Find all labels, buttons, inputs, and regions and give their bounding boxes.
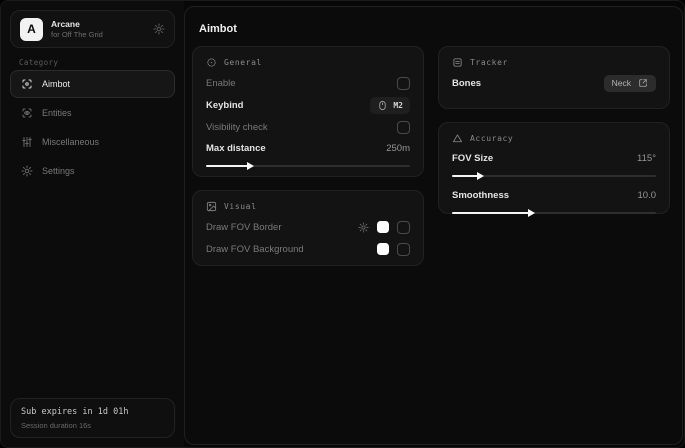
brand-card: A Arcane for Off The Grid bbox=[10, 10, 175, 48]
section-title: Accuracy bbox=[470, 134, 513, 143]
main-panel: Aimbot General bbox=[184, 6, 683, 445]
keybind-value: M2 bbox=[393, 101, 403, 110]
expand-icon bbox=[638, 78, 648, 88]
visual-card: Visual Draw FOV Border bbox=[192, 190, 424, 266]
fov-size-value: 115° bbox=[637, 153, 656, 164]
fov-border-row: Draw FOV Border bbox=[206, 216, 410, 238]
app-window: A Arcane for Off The Grid Category bbox=[0, 0, 685, 448]
image-icon bbox=[206, 201, 217, 212]
enable-label: Enable bbox=[206, 78, 236, 89]
slider-thumb[interactable] bbox=[528, 209, 535, 217]
fov-border-color-swatch[interactable] bbox=[377, 221, 389, 233]
visibility-check-label: Visibility check bbox=[206, 122, 268, 133]
general-card: General Enable Keybind bbox=[192, 46, 424, 177]
session-duration-text: Session duration 16s bbox=[21, 421, 164, 430]
max-distance-row: Max distance 250m bbox=[206, 138, 410, 158]
app-name: Arcane bbox=[51, 19, 145, 30]
crosshair-icon bbox=[21, 78, 33, 90]
visibility-check-row: Visibility check bbox=[206, 116, 410, 138]
smoothness-slider[interactable] bbox=[452, 208, 656, 217]
gear-icon[interactable] bbox=[153, 23, 165, 35]
smoothness-value: 10.0 bbox=[638, 190, 657, 201]
triangle-icon bbox=[452, 133, 463, 144]
crosshair-icon bbox=[206, 57, 217, 68]
sliders-icon bbox=[21, 136, 33, 148]
smoothness-label: Smoothness bbox=[452, 190, 509, 201]
fov-border-label: Draw FOV Border bbox=[206, 222, 282, 233]
tracker-icon bbox=[452, 57, 463, 68]
gear-icon[interactable] bbox=[358, 222, 369, 233]
enable-checkbox[interactable] bbox=[397, 77, 410, 90]
app-subtitle: for Off The Grid bbox=[51, 30, 145, 39]
sidebar-item-label: Settings bbox=[42, 166, 75, 176]
section-title: Visual bbox=[224, 202, 257, 211]
sidebar: A Arcane for Off The Grid Category bbox=[1, 1, 184, 447]
mouse-icon bbox=[377, 100, 388, 111]
section-title: General bbox=[224, 58, 262, 67]
sidebar-item-settings[interactable]: Settings bbox=[10, 157, 175, 185]
tracker-card: Tracker Bones Neck bbox=[438, 46, 670, 109]
keybind-button[interactable]: M2 bbox=[370, 97, 410, 114]
bones-row: Bones Neck bbox=[452, 72, 656, 94]
fov-background-color-swatch[interactable] bbox=[377, 243, 389, 255]
sidebar-item-entities[interactable]: Entities bbox=[10, 99, 175, 127]
keybind-label: Keybind bbox=[206, 100, 243, 111]
gear-icon bbox=[21, 165, 33, 177]
section-title: Tracker bbox=[470, 58, 508, 67]
fov-size-label: FOV Size bbox=[452, 153, 493, 164]
scan-eye-icon bbox=[21, 107, 33, 119]
bones-label: Bones bbox=[452, 78, 481, 89]
fov-size-slider[interactable] bbox=[452, 171, 656, 180]
sidebar-item-miscellaneous[interactable]: Miscellaneous bbox=[10, 128, 175, 156]
sidebar-item-label: Entities bbox=[42, 108, 72, 118]
sidebar-item-label: Miscellaneous bbox=[42, 137, 99, 147]
keybind-row: Keybind M2 bbox=[206, 94, 410, 116]
sidebar-nav: Aimbot Entities bbox=[10, 70, 175, 185]
smoothness-row: Smoothness 10.0 bbox=[452, 185, 656, 205]
fov-background-label: Draw FOV Background bbox=[206, 244, 304, 255]
max-distance-label: Max distance bbox=[206, 143, 266, 154]
fov-size-row: FOV Size 115° bbox=[452, 148, 656, 168]
max-distance-slider[interactable] bbox=[206, 161, 410, 170]
accuracy-card: Accuracy FOV Size 115° Smoothness 10.0 bbox=[438, 122, 670, 214]
fov-border-checkbox[interactable] bbox=[397, 221, 410, 234]
category-label: Category bbox=[19, 58, 58, 67]
fov-background-row: Draw FOV Background bbox=[206, 238, 410, 260]
sidebar-item-label: Aimbot bbox=[42, 79, 70, 89]
sidebar-item-aimbot[interactable]: Aimbot bbox=[10, 70, 175, 98]
sub-expires-text: Sub expires in 1d 01h bbox=[21, 407, 164, 417]
slider-thumb[interactable] bbox=[247, 162, 254, 170]
enable-row: Enable bbox=[206, 72, 410, 94]
bones-select[interactable]: Neck bbox=[604, 75, 656, 92]
visibility-check-checkbox[interactable] bbox=[397, 121, 410, 134]
app-logo: A bbox=[20, 18, 43, 41]
bones-value: Neck bbox=[612, 78, 631, 88]
page-title: Aimbot bbox=[199, 23, 237, 35]
subscription-card: Sub expires in 1d 01h Session duration 1… bbox=[10, 398, 175, 438]
max-distance-value: 250m bbox=[386, 143, 410, 154]
slider-thumb[interactable] bbox=[477, 172, 484, 180]
fov-background-checkbox[interactable] bbox=[397, 243, 410, 256]
